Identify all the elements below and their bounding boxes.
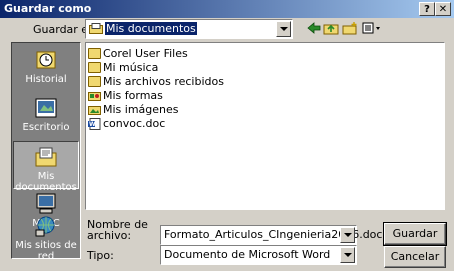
title-bar: Guardar como ? ✕ <box>0 0 454 18</box>
list-item[interactable]: Mi música <box>88 60 158 74</box>
back-arrow-icon[interactable] <box>305 20 323 36</box>
place-my-documents[interactable]: Mis documentos <box>13 141 79 193</box>
places-bar: Historial Escritorio Mis documentos Mi P… <box>11 42 81 262</box>
place-desktop[interactable]: Escritorio <box>14 93 78 141</box>
list-item[interactable]: Corel User Files <box>88 46 188 60</box>
place-label: Escritorio <box>22 122 70 133</box>
list-item[interactable]: Mis formas <box>88 88 163 102</box>
word-document-icon: W <box>88 117 101 130</box>
svg-text:W: W <box>89 121 96 128</box>
place-label: Historial <box>25 74 67 85</box>
folder-icon <box>88 61 101 73</box>
place-network[interactable]: Mis sitios de red <box>14 211 78 262</box>
network-icon <box>34 215 58 237</box>
list-item[interactable]: Mis archivos recibidos <box>88 74 224 88</box>
pictures-folder-icon <box>88 104 101 115</box>
list-item[interactable]: W convoc.doc <box>88 116 165 130</box>
my-documents-icon <box>34 146 58 168</box>
history-icon <box>34 49 58 71</box>
my-documents-folder-icon <box>89 23 103 34</box>
save-in-value: Mis documentos <box>105 22 197 35</box>
close-button[interactable]: ✕ <box>435 2 451 16</box>
list-item[interactable]: Mis imágenes <box>88 102 179 116</box>
dropdown-arrow-icon[interactable] <box>340 247 355 263</box>
filetype-select[interactable]: Documento de Microsoft Word <box>160 245 357 265</box>
desktop-icon <box>34 97 58 119</box>
save-in-dropdown[interactable]: Mis documentos <box>85 19 293 39</box>
shapes-folder-icon <box>88 90 101 101</box>
help-button[interactable]: ? <box>419 2 435 16</box>
dropdown-arrow-icon[interactable] <box>340 227 355 243</box>
views-menu-icon[interactable] <box>361 20 383 36</box>
new-folder-icon[interactable] <box>341 20 359 36</box>
folder-icon <box>88 47 101 59</box>
up-folder-icon[interactable] <box>322 20 340 36</box>
cancel-button[interactable]: Cancelar <box>384 246 446 268</box>
filename-input[interactable]: Formato_Articulos_CIngenieria2006.doc <box>160 225 382 245</box>
folder-icon <box>88 75 101 87</box>
place-label: Mis sitios de red <box>15 240 77 262</box>
filename-label: Nombre de archivo: <box>87 218 148 242</box>
filetype-label: Tipo: <box>87 249 114 262</box>
place-history[interactable]: Historial <box>14 45 78 93</box>
window-title: Guardar como <box>4 2 92 15</box>
file-list[interactable]: Corel User Files Mi música Mis archivos … <box>85 42 445 210</box>
save-button[interactable]: Guardar <box>383 222 447 246</box>
dropdown-arrow-icon[interactable] <box>276 21 291 37</box>
